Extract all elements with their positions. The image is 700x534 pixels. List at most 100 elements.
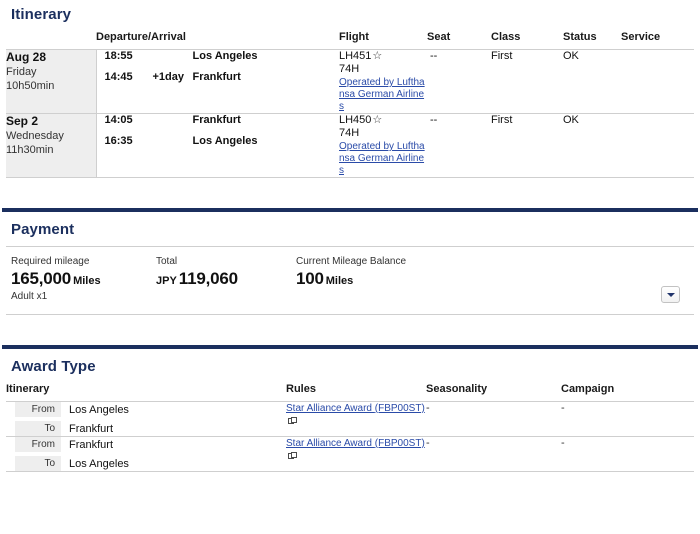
award-itinerary-cell: From Frankfurt To Los Angeles	[6, 436, 286, 472]
award-from-city: Frankfurt	[69, 438, 114, 451]
itinerary-flight-cell: LH451☆ 74H Operated by Lufthansa German …	[339, 49, 427, 114]
table-row: From Los Angeles To Frankfurt Star Allia…	[6, 401, 694, 437]
required-mileage-value: 165,000 Miles	[11, 269, 151, 289]
itinerary-departure-arrival-cell: 14:05 Frankfurt 16:35 Los Angeles	[96, 113, 340, 178]
itinerary-duration: 10h50min	[6, 80, 55, 92]
from-label: From	[15, 437, 61, 452]
itinerary-date: Aug 28	[6, 50, 47, 64]
required-mileage-amount: 165,000	[11, 269, 72, 288]
chevron-down-icon	[666, 292, 675, 297]
arrival-leg: 14:45 +1day Frankfurt	[97, 71, 340, 83]
itinerary-date-cell: Aug 28 Friday 10h50min	[6, 49, 97, 114]
operated-by-link[interactable]: Operated by Lufthansa German Airlines	[339, 77, 427, 113]
star-icon: ☆	[372, 50, 383, 62]
payment-body: Required mileage 165,000 Miles Adult x1 T…	[6, 247, 694, 315]
spacer-payment-award	[0, 315, 700, 345]
required-mileage-block: Required mileage 165,000 Miles Adult x1	[6, 256, 151, 302]
required-mileage-label: Required mileage	[11, 256, 90, 267]
payment-title: Payment	[11, 221, 75, 238]
itinerary-col-date	[6, 31, 96, 50]
award-type-header-row: Itinerary Rules Seasonality Campaign	[6, 383, 694, 402]
total-currency: JPY	[156, 275, 177, 287]
expand-details-button[interactable]	[661, 286, 680, 303]
arrival-city: Los Angeles	[192, 135, 258, 147]
mileage-balance-unit: Miles	[325, 275, 354, 287]
table-row: Aug 28 Friday 10h50min 18:55 Los Angeles…	[6, 49, 694, 114]
award-col-campaign: Campaign	[561, 383, 694, 402]
award-rule-code: (FBP00ST)	[374, 438, 425, 449]
to-label: To	[15, 421, 61, 436]
award-rule-link[interactable]: Star Alliance Award (FBP00ST)	[286, 403, 425, 414]
itinerary-col-departure-arrival: Departure/Arrival	[96, 31, 339, 50]
flight-number: LH451	[339, 50, 372, 62]
itinerary-title: Itinerary	[11, 6, 72, 23]
service-value	[621, 49, 694, 114]
itinerary-departure-arrival-cell: 18:55 Los Angeles 14:45 +1day Frankfurt	[96, 49, 340, 114]
service-value	[621, 113, 694, 178]
itinerary-weekday: Wednesday	[6, 130, 64, 142]
itinerary-col-seat: Seat	[427, 31, 491, 50]
award-rules-cell: Star Alliance Award (FBP00ST)	[286, 401, 426, 437]
award-to-city: Los Angeles	[69, 457, 129, 470]
star-icon: ☆	[372, 114, 383, 126]
external-link-icon	[288, 417, 297, 425]
mileage-balance-amount: 100	[296, 269, 324, 288]
award-campaign-value: -	[561, 436, 694, 472]
arrival-leg: 16:35 Los Angeles	[97, 135, 340, 147]
class-value: First	[491, 113, 563, 178]
mileage-balance-value: 100 Miles	[296, 269, 536, 289]
award-to-row: To Los Angeles	[6, 456, 286, 471]
award-seasonality-value: -	[426, 436, 561, 472]
aircraft-type: 74H	[339, 63, 360, 75]
itinerary-weekday: Friday	[6, 66, 37, 78]
total-label: Total	[156, 256, 178, 267]
award-type-title: Award Type	[11, 358, 96, 375]
to-label: To	[15, 456, 61, 471]
mileage-balance-label: Current Mileage Balance	[296, 256, 407, 267]
award-from-city: Los Angeles	[69, 403, 129, 416]
departure-city: Los Angeles	[192, 50, 258, 62]
arrival-day-offset: +1day	[152, 71, 185, 83]
aircraft-type: 74H	[339, 127, 360, 139]
itinerary-col-service: Service	[621, 31, 694, 50]
award-itinerary-cell: From Los Angeles To Frankfurt	[6, 401, 286, 437]
award-col-rules: Rules	[286, 383, 426, 402]
mileage-balance-block: Current Mileage Balance 100 Miles	[291, 256, 536, 289]
spacer-itinerary-payment	[0, 178, 700, 208]
seat-value: --	[427, 113, 491, 178]
award-seasonality-value: -	[426, 401, 561, 437]
award-rule-code: (FBP00ST)	[374, 403, 425, 414]
departure-time: 14:05	[104, 114, 133, 126]
departure-leg: 18:55 Los Angeles	[97, 50, 340, 62]
arrival-time: 14:45	[104, 71, 133, 83]
award-col-itinerary: Itinerary	[6, 383, 286, 402]
status-value: OK	[563, 113, 621, 178]
itinerary-duration: 11h30min	[6, 144, 54, 156]
award-rule-link[interactable]: Star Alliance Award (FBP00ST)	[286, 438, 425, 449]
award-col-seasonality: Seasonality	[426, 383, 561, 402]
award-campaign-value: -	[561, 401, 694, 437]
departure-time: 18:55	[104, 50, 133, 62]
award-to-row: To Frankfurt	[6, 421, 286, 436]
itinerary-col-status: Status	[563, 31, 621, 50]
award-rule-name: Star Alliance Award	[286, 403, 372, 414]
passenger-count: Adult x1	[11, 291, 48, 302]
booking-summary-page: Itinerary Departure/Arrival Flight Seat …	[0, 0, 700, 534]
table-row: Sep 2 Wednesday 11h30min 14:05 Frankfurt…	[6, 113, 694, 178]
award-rules-cell: Star Alliance Award (FBP00ST)	[286, 436, 426, 472]
status-value: OK	[563, 49, 621, 114]
itinerary-date-cell: Sep 2 Wednesday 11h30min	[6, 113, 97, 178]
award-rule-name: Star Alliance Award	[286, 438, 372, 449]
operated-by-link[interactable]: Operated by Lufthansa German Airlines	[339, 141, 427, 177]
total-block: Total JPY 119,060	[151, 256, 291, 289]
flight-number: LH450	[339, 114, 372, 126]
external-link-icon	[288, 452, 297, 460]
award-to-city: Frankfurt	[69, 422, 114, 435]
award-from-row: From Los Angeles	[6, 402, 286, 417]
arrival-city: Frankfurt	[192, 71, 241, 83]
departure-city: Frankfurt	[192, 114, 241, 126]
itinerary-col-flight: Flight	[339, 31, 427, 50]
award-type-section: Award Type Itinerary Rules Seasonality C…	[0, 345, 700, 472]
itinerary-col-class: Class	[491, 31, 563, 50]
total-value: JPY 119,060	[156, 269, 291, 289]
